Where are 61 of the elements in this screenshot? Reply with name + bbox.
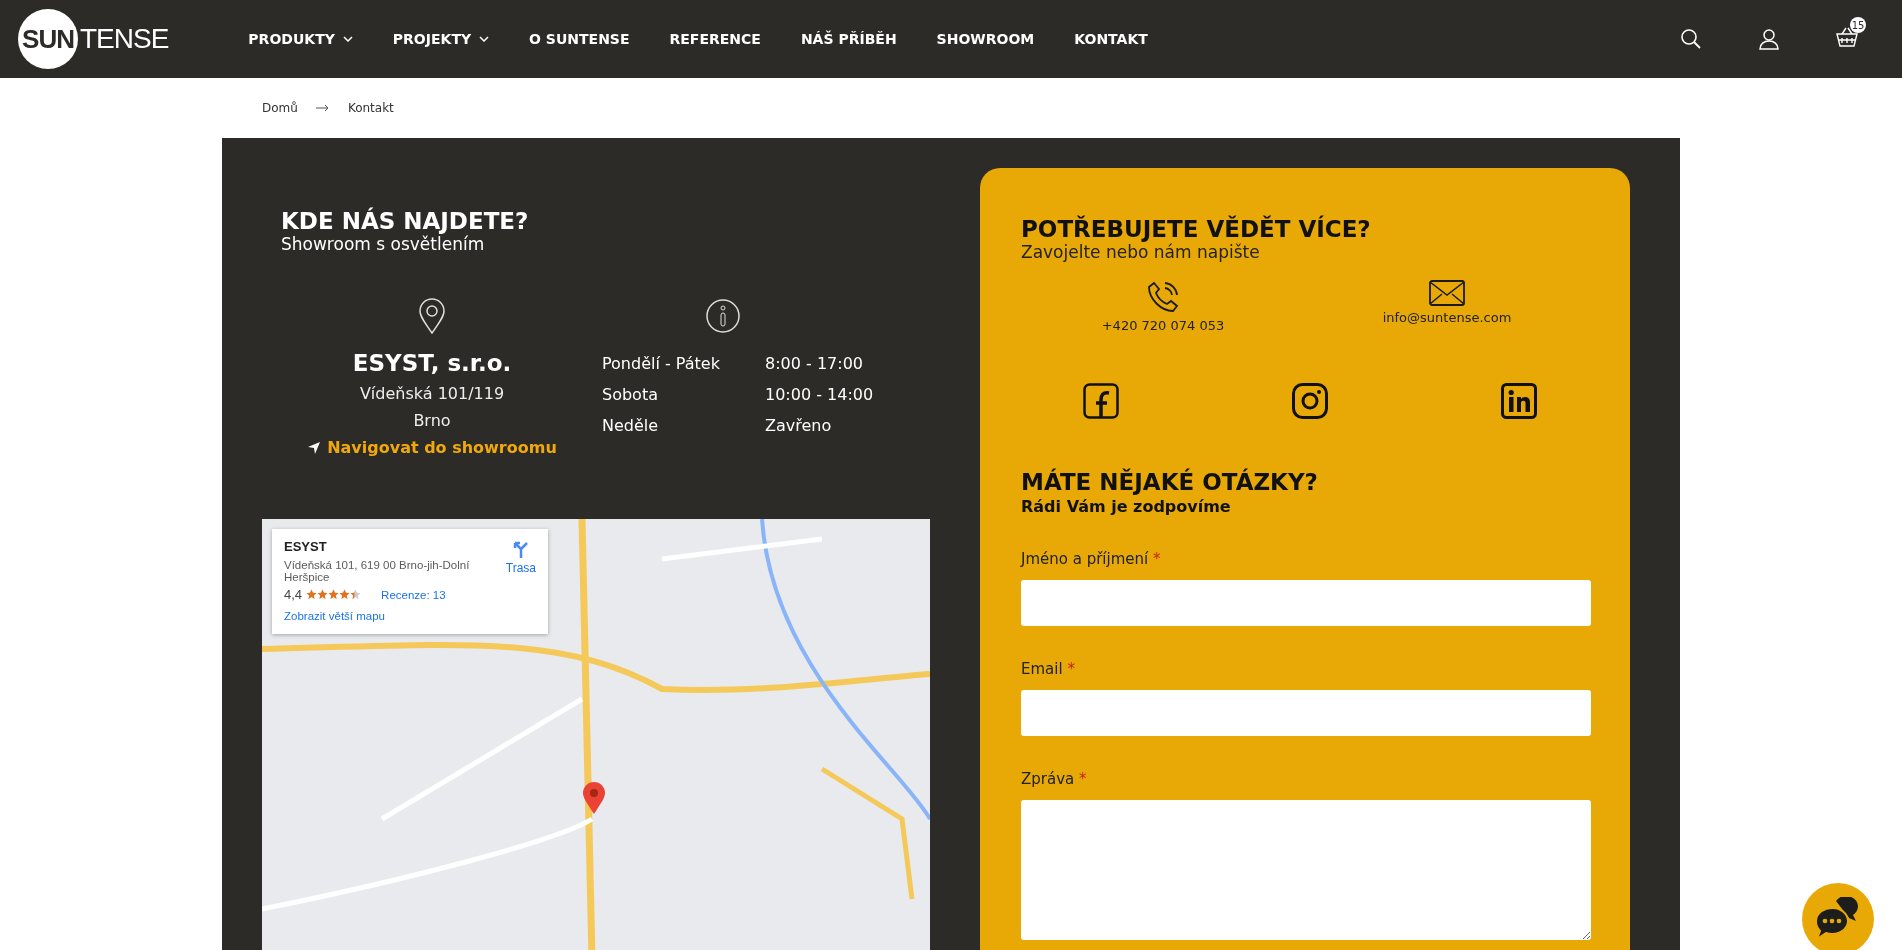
- city: Brno: [413, 411, 451, 430]
- day-label: Neděle: [602, 416, 660, 435]
- in-letter-icon[interactable]: [1501, 383, 1537, 419]
- company-name: ESYST, s.r.o.: [352, 350, 512, 376]
- star-icon: [306, 589, 318, 600]
- input-field[interactable]: [1021, 580, 1591, 626]
- navigation-arrow-icon: [307, 440, 322, 455]
- section-title: KDE NÁS NAJDETE?: [281, 208, 530, 234]
- opening-hours: Zavřeno: [765, 416, 833, 435]
- day-label: Sobota: [602, 385, 659, 404]
- reviews-link[interactable]: Recenze: 13: [381, 588, 446, 601]
- envelope-icon: [1429, 280, 1465, 306]
- contact-title: POTŘEBUJETE VĚDĚT VÍCE?: [1021, 216, 1372, 242]
- caret-icon: [479, 36, 490, 42]
- input-field[interactable]: [1021, 690, 1591, 736]
- cart-count-badge: 15: [1850, 17, 1866, 33]
- nav-link[interactable]: SHOWROOM: [936, 31, 1035, 47]
- larger-map-link[interactable]: Zobrazit větší mapu: [284, 610, 385, 622]
- nav-link[interactable]: NÁŠ PŘÍBĚH: [800, 31, 897, 47]
- star-icon: [339, 589, 351, 600]
- nav-link[interactable]: O SUNTENSE: [529, 31, 630, 47]
- field-label: Jméno a příjmení *: [1021, 550, 1162, 568]
- directions-link[interactable]: Trasa: [505, 539, 536, 583]
- nav-link[interactable]: REFERENCE: [669, 31, 761, 47]
- form-title: MÁTE NĚJAKÉ OTÁZKY?: [1021, 469, 1319, 495]
- section-subtitle: Showroom s osvětlením: [281, 234, 486, 254]
- nav-link[interactable]: PRODUKTY: [248, 31, 353, 47]
- info-icon: [705, 298, 741, 334]
- opening-hours: 10:00 - 14:00: [765, 385, 874, 404]
- logo[interactable]: SUN TENSE: [18, 9, 169, 69]
- camera-icon[interactable]: [1292, 383, 1328, 419]
- star-icon: [350, 589, 362, 600]
- navigate-link[interactable]: Navigovat do showroomu: [307, 438, 557, 457]
- arrow-icon: [315, 104, 330, 112]
- field-label: Zpráva *: [1021, 770, 1088, 788]
- place-name: ESYST: [284, 539, 328, 554]
- day-label: Pondělí - Pátek: [602, 354, 721, 373]
- user-icon[interactable]: [1758, 28, 1780, 50]
- form-subtitle: Rádi Vám je zodpovíme: [1021, 497, 1232, 516]
- contact-link[interactable]: info@suntense.com: [1382, 310, 1512, 325]
- star-icon: [317, 589, 329, 600]
- contact-link[interactable]: +420 720 074 053: [1101, 318, 1225, 333]
- caret-icon: [342, 36, 353, 42]
- street-address: Vídeňská 101/119: [359, 384, 505, 403]
- contact-subtitle: Zavojelte nebo nám napište: [1021, 242, 1261, 262]
- phone-icon: [1146, 280, 1180, 314]
- nav-link[interactable]: KONTAKT: [1074, 31, 1148, 47]
- basket-icon[interactable]: [1836, 27, 1858, 47]
- map-pin-icon: [582, 781, 606, 815]
- rating-value: 4,4: [284, 587, 303, 602]
- field-label: Email *: [1021, 660, 1076, 678]
- nav-link[interactable]: PROJEKTY: [392, 31, 490, 47]
- breadcrumb-link[interactable]: Domů: [262, 101, 298, 115]
- place-address: Vídeňská 101, 619 00 Brno-jih-Dolní Heršpice: [284, 559, 471, 583]
- search-icon[interactable]: [1680, 28, 1702, 50]
- breadcrumb-current: Kontakt: [347, 101, 394, 115]
- message-field[interactable]: [1021, 800, 1591, 940]
- f-letter-icon[interactable]: [1083, 383, 1119, 419]
- location-pin-icon: [418, 298, 446, 334]
- opening-hours: 8:00 - 17:00: [765, 354, 864, 373]
- star-icon: [328, 589, 340, 600]
